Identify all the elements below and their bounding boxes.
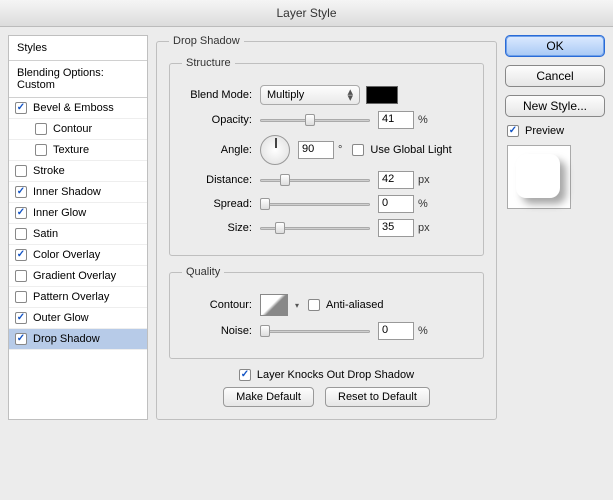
style-item-label: Gradient Overlay	[33, 270, 116, 282]
blend-mode-select[interactable]: Multiply ▴▾	[260, 85, 360, 105]
style-item-contour[interactable]: Contour	[9, 119, 147, 140]
style-item-checkbox[interactable]	[15, 249, 27, 261]
window-title: Layer Style	[0, 0, 613, 27]
blending-options-row[interactable]: Blending Options: Custom	[9, 61, 147, 98]
contour-picker[interactable]: ▾	[260, 294, 288, 316]
noise-label: Noise:	[182, 325, 252, 337]
cancel-button[interactable]: Cancel	[505, 65, 605, 87]
drop-shadow-legend: Drop Shadow	[169, 35, 244, 47]
structure-legend: Structure	[182, 57, 235, 69]
opacity-slider[interactable]	[260, 113, 370, 127]
style-item-checkbox[interactable]	[15, 270, 27, 282]
distance-unit: px	[418, 174, 430, 186]
style-item-outer-glow[interactable]: Outer Glow	[9, 308, 147, 329]
style-item-checkbox[interactable]	[35, 123, 47, 135]
size-slider[interactable]	[260, 221, 370, 235]
chevron-down-icon: ▾	[295, 301, 299, 310]
style-item-label: Texture	[53, 144, 89, 156]
shadow-color-swatch[interactable]	[366, 86, 398, 104]
reset-default-button[interactable]: Reset to Default	[325, 387, 430, 407]
blend-mode-label: Blend Mode:	[182, 89, 252, 101]
distance-slider[interactable]	[260, 173, 370, 187]
size-unit: px	[418, 222, 430, 234]
style-item-checkbox[interactable]	[15, 291, 27, 303]
make-default-button[interactable]: Make Default	[223, 387, 314, 407]
spread-field[interactable]: 0	[378, 195, 414, 213]
style-item-bevel-emboss[interactable]: Bevel & Emboss	[9, 98, 147, 119]
styles-header[interactable]: Styles	[9, 36, 147, 61]
spread-label: Spread:	[182, 198, 252, 210]
opacity-field[interactable]: 41	[378, 111, 414, 129]
style-item-satin[interactable]: Satin	[9, 224, 147, 245]
style-item-label: Inner Shadow	[33, 186, 101, 198]
style-item-checkbox[interactable]	[15, 333, 27, 345]
angle-unit: °	[338, 144, 342, 156]
noise-field[interactable]: 0	[378, 322, 414, 340]
style-item-label: Stroke	[33, 165, 65, 177]
anti-aliased-label: Anti-aliased	[326, 299, 383, 311]
spread-slider[interactable]	[260, 197, 370, 211]
quality-group: Quality Contour: ▾ Anti-aliased Noise: 0…	[169, 266, 484, 359]
preview-checkbox[interactable]	[507, 125, 519, 137]
style-item-inner-shadow[interactable]: Inner Shadow	[9, 182, 147, 203]
angle-dial[interactable]	[260, 135, 290, 165]
size-label: Size:	[182, 222, 252, 234]
spread-unit: %	[418, 198, 428, 210]
contour-label: Contour:	[182, 299, 252, 311]
style-item-color-overlay[interactable]: Color Overlay	[9, 245, 147, 266]
style-item-checkbox[interactable]	[15, 228, 27, 240]
style-item-label: Bevel & Emboss	[33, 102, 114, 114]
style-item-label: Contour	[53, 123, 92, 135]
style-item-drop-shadow[interactable]: Drop Shadow	[9, 329, 147, 350]
style-item-checkbox[interactable]	[15, 165, 27, 177]
quality-legend: Quality	[182, 266, 224, 278]
style-item-pattern-overlay[interactable]: Pattern Overlay	[9, 287, 147, 308]
noise-unit: %	[418, 325, 428, 337]
angle-label: Angle:	[182, 144, 252, 156]
angle-field[interactable]: 90	[298, 141, 334, 159]
blend-mode-value: Multiply	[267, 89, 304, 101]
style-item-checkbox[interactable]	[35, 144, 47, 156]
preview-label: Preview	[525, 125, 564, 137]
style-item-label: Satin	[33, 228, 58, 240]
anti-aliased-checkbox[interactable]	[308, 299, 320, 311]
drop-shadow-group: Drop Shadow Structure Blend Mode: Multip…	[156, 35, 497, 420]
new-style-button[interactable]: New Style...	[505, 95, 605, 117]
distance-field[interactable]: 42	[378, 171, 414, 189]
layer-knocks-out-checkbox[interactable]	[239, 369, 251, 381]
layer-knocks-out-label: Layer Knocks Out Drop Shadow	[257, 369, 414, 381]
style-item-checkbox[interactable]	[15, 102, 27, 114]
style-item-label: Color Overlay	[33, 249, 100, 261]
style-item-stroke[interactable]: Stroke	[9, 161, 147, 182]
style-item-checkbox[interactable]	[15, 186, 27, 198]
select-arrows-icon: ▴▾	[347, 89, 353, 101]
style-item-checkbox[interactable]	[15, 312, 27, 324]
distance-label: Distance:	[182, 174, 252, 186]
style-item-texture[interactable]: Texture	[9, 140, 147, 161]
use-global-light-label: Use Global Light	[370, 144, 451, 156]
style-item-label: Outer Glow	[33, 312, 89, 324]
use-global-light-checkbox[interactable]	[352, 144, 364, 156]
ok-button[interactable]: OK	[505, 35, 605, 57]
style-item-label: Drop Shadow	[33, 333, 100, 345]
opacity-label: Opacity:	[182, 114, 252, 126]
structure-group: Structure Blend Mode: Multiply ▴▾ Opacit…	[169, 57, 484, 256]
size-field[interactable]: 35	[378, 219, 414, 237]
style-item-checkbox[interactable]	[15, 207, 27, 219]
preview-thumbnail	[507, 145, 571, 209]
style-item-inner-glow[interactable]: Inner Glow	[9, 203, 147, 224]
styles-panel: Styles Blending Options: Custom Bevel & …	[8, 35, 148, 420]
style-item-label: Inner Glow	[33, 207, 86, 219]
style-item-gradient-overlay[interactable]: Gradient Overlay	[9, 266, 147, 287]
style-item-label: Pattern Overlay	[33, 291, 109, 303]
opacity-unit: %	[418, 114, 428, 126]
noise-slider[interactable]	[260, 324, 370, 338]
